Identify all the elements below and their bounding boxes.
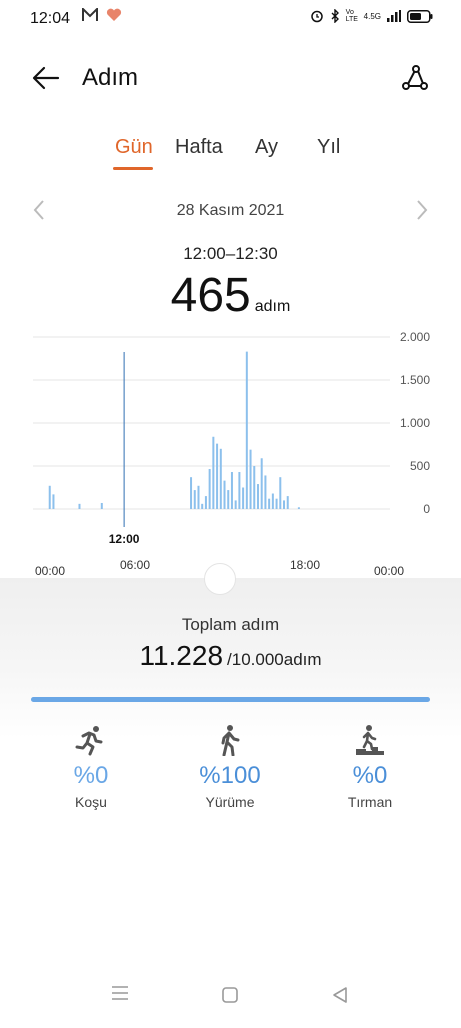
activity-walking: %100 Yürüme: [170, 722, 290, 810]
nav-back-button[interactable]: [332, 986, 348, 1009]
goal-progress-fill: [31, 697, 430, 702]
y-tick-label: 500: [410, 459, 430, 473]
steps-bar-chart[interactable]: 2.000 1.500 1.000 500 0 12:00 00:00 06:00 18:00 0…: [0, 325, 461, 580]
back-button[interactable]: [28, 60, 64, 96]
bluetooth-icon: [331, 9, 339, 23]
status-notification-icons: [82, 8, 122, 22]
status-system-icons: Vo LTE 4.5G: [310, 9, 433, 23]
steps-goal: /10.000adım: [227, 650, 322, 669]
chart-bar: [230, 472, 233, 509]
chart-bar: [279, 477, 282, 509]
tab-year[interactable]: Yıl: [317, 136, 340, 159]
chart-bar: [286, 496, 289, 509]
chart-bar: [297, 507, 300, 509]
walking-percent: %100: [199, 762, 261, 789]
chart-bar: [204, 496, 207, 509]
mail-icon: [82, 8, 98, 21]
running-icon: [31, 722, 151, 758]
stairs-climb-icon: [310, 722, 430, 758]
total-steps-value: 11.228: [139, 640, 224, 671]
total-steps: 11.228/10.000adım: [0, 640, 461, 672]
chevron-right-icon: [417, 200, 428, 220]
route-button[interactable]: [397, 60, 433, 96]
battery-icon: [407, 9, 433, 23]
panel-drag-handle[interactable]: [204, 563, 236, 595]
tab-month[interactable]: Ay: [255, 136, 278, 159]
activity-running: %0 Koşu: [31, 722, 151, 810]
nav-menu-button[interactable]: [111, 985, 129, 1006]
back-triangle-icon: [333, 987, 347, 1003]
next-day-button[interactable]: [415, 199, 429, 228]
tab-day[interactable]: Gün: [115, 136, 153, 159]
climbing-label: Tırman: [347, 794, 393, 810]
chart-bar: [190, 477, 193, 509]
nav-home-button[interactable]: [222, 987, 238, 1008]
arrow-left-icon: [32, 66, 60, 90]
chart-bar: [249, 449, 252, 509]
network-type-icon: 4.5G: [363, 11, 381, 21]
running-label: Koşu: [75, 794, 107, 810]
walking-icon: [170, 722, 290, 758]
chart-bar: [219, 448, 222, 509]
activity-climbing: %0 Tırman: [310, 722, 430, 810]
selected-time-range: 12:00–12:30: [183, 244, 278, 263]
chart-bar: [227, 490, 230, 509]
chart-bar: [201, 503, 204, 509]
chart-bar: [208, 469, 211, 509]
x-tick-label: 06:00: [120, 558, 150, 572]
chart-bar: [245, 351, 248, 509]
selected-time-label: 12:00: [109, 532, 140, 546]
menu-icon: [112, 986, 128, 1000]
chart-bar: [193, 490, 196, 509]
total-steps-label: Toplam adım: [181, 615, 280, 634]
climbing-percent: %0: [352, 762, 388, 789]
chart-bar: [268, 498, 271, 509]
selected-steps: 465 adım: [0, 268, 461, 323]
volte-icon: Vo LTE: [345, 9, 358, 23]
status-time: 12:04: [30, 10, 71, 27]
walking-label: Yürüme: [205, 794, 255, 810]
chart-bar: [275, 498, 278, 509]
x-tick-label: 00:00: [35, 564, 65, 578]
chart-bar: [256, 484, 259, 509]
chart-bar: [78, 503, 81, 509]
chart-bar: [238, 472, 241, 509]
y-tick-label: 2.000: [400, 330, 430, 344]
selected-steps-unit: adım: [254, 298, 291, 315]
x-tick-label: 18:00: [290, 558, 320, 572]
signal-icon: [387, 10, 401, 22]
active-tab-indicator: [113, 167, 153, 170]
x-tick-label: 00:00: [374, 564, 404, 578]
chart-bar: [52, 494, 55, 509]
chart-bar: [234, 500, 237, 509]
chart-bar: [264, 475, 267, 509]
chart-bar: [216, 443, 219, 509]
chart-bar: [212, 436, 215, 509]
chart-bar: [223, 480, 226, 509]
chart-bar: [283, 500, 286, 509]
y-tick-label: 0: [423, 502, 430, 516]
chart-bar: [253, 466, 256, 509]
y-tick-label: 1.500: [400, 373, 430, 387]
y-tick-label: 1.000: [400, 416, 430, 430]
chart-bar: [242, 487, 245, 509]
chart-bar: [271, 493, 274, 509]
date-label: 28 Kasım 2021: [176, 202, 285, 219]
tab-week[interactable]: Hafta: [175, 136, 223, 159]
chart-bar: [260, 458, 263, 509]
heart-icon: [106, 8, 122, 21]
page-title: Adım: [82, 64, 139, 91]
selected-steps-value: 465: [170, 269, 251, 322]
alarm-icon: [310, 10, 323, 23]
chart-bar: [48, 485, 51, 509]
period-tabs: Gün Hafta Ay Yıl: [0, 136, 461, 176]
running-percent: %0: [73, 762, 109, 789]
chart-bar: [100, 502, 103, 509]
chart-bar: [197, 485, 200, 509]
route-icon: [402, 65, 428, 90]
home-square-icon: [222, 987, 238, 1003]
